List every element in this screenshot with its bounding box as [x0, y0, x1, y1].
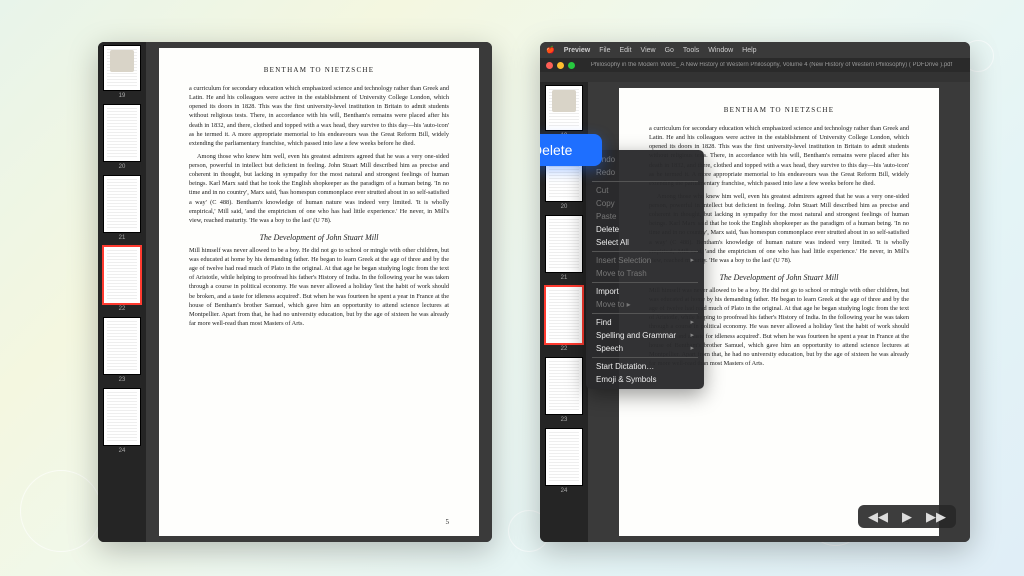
section-subhead: The Development of John Stuart Mill	[189, 233, 449, 242]
page-thumbnail[interactable]	[546, 429, 582, 485]
mac-menubar[interactable]: 🍎 Preview File Edit View Go Tools Window Help	[540, 42, 970, 58]
page-thumbnail[interactable]	[104, 247, 140, 303]
traffic-lights[interactable]	[546, 62, 575, 69]
menu-item-cut: Cut	[586, 184, 704, 197]
context-menu[interactable]: UndoRedo CutCopyPasteDeleteSelect All Inse…	[586, 150, 704, 389]
close-icon[interactable]	[546, 62, 553, 69]
menu-item-move-to-trash: Move to Trash	[586, 267, 704, 280]
page-thumbnail[interactable]	[546, 216, 582, 272]
menu-item-copy: Copy	[586, 197, 704, 210]
menu-item-undo: Undo	[586, 153, 704, 166]
delete-tooltip: Delete	[540, 134, 602, 166]
thumbnail-page-number: 21	[561, 275, 568, 281]
preview-window-left: 19 20 21 22 23 24 BENTHAM TO NIETZSCHE a curr…	[98, 42, 492, 542]
thumbnail-page-number: 21	[119, 235, 126, 241]
menu-item-import[interactable]: Import	[586, 285, 704, 298]
body-paragraph: Mill himself was never allowed to be a b…	[189, 246, 449, 328]
apple-menu-icon[interactable]: 🍎	[546, 46, 555, 54]
running-head: BENTHAM TO NIETZSCHE	[649, 106, 909, 114]
menu-item-paste: Paste	[586, 210, 704, 223]
menu-help[interactable]: Help	[742, 47, 756, 54]
page-thumbnail[interactable]	[104, 318, 140, 374]
zoom-icon[interactable]	[568, 62, 575, 69]
thumbnail-page-number: 22	[561, 346, 568, 352]
thumbnail-page-number: 23	[119, 377, 126, 383]
app-name[interactable]: Preview	[564, 47, 590, 54]
toolbar[interactable]	[540, 72, 970, 82]
rewind-icon[interactable]: ◀◀	[868, 510, 888, 523]
preview-window-right: 🍎 Preview FileEditViewGoToolsWindowHelp …	[540, 42, 970, 542]
menu-item-spelling-and-grammar[interactable]: Spelling and Grammar▸	[586, 329, 704, 342]
page-thumbnail[interactable]	[546, 358, 582, 414]
menu-edit[interactable]: Edit	[619, 47, 631, 54]
thumbnail-page-number: 22	[119, 306, 126, 312]
window-title: Philosophy in the Modern World_ A New Hi…	[579, 62, 964, 68]
submenu-arrow-icon: ▸	[690, 344, 694, 352]
thumbnail-page-number: 19	[119, 93, 126, 99]
menu-item-start-dictation-[interactable]: Start Dictation…	[586, 360, 704, 373]
play-icon[interactable]: ▶	[902, 510, 912, 523]
pdf-page: BENTHAM TO NIETZSCHE a curriculum for se…	[159, 48, 479, 536]
page-thumbnail[interactable]	[546, 86, 582, 130]
thumbnail-page-number: 24	[119, 448, 126, 454]
menu-item-redo: Redo	[586, 166, 704, 179]
menu-tools[interactable]: Tools	[683, 47, 699, 54]
menu-item-delete[interactable]: Delete	[586, 223, 704, 236]
playback-controls[interactable]: ◀◀ ▶ ▶▶	[858, 505, 956, 528]
page-thumbnail[interactable]	[104, 389, 140, 445]
body-paragraph: Among those who knew him well, even his …	[189, 152, 449, 225]
running-head: BENTHAM TO NIETZSCHE	[189, 66, 449, 74]
page-thumbnail[interactable]	[104, 105, 140, 161]
submenu-arrow-icon: ▸	[690, 331, 694, 339]
page-thumbnail[interactable]	[104, 46, 140, 90]
menu-view[interactable]: View	[641, 47, 656, 54]
menu-item-emoji-symbols[interactable]: Emoji & Symbols	[586, 373, 704, 386]
menu-item-move-to-: Move to ▸	[586, 298, 704, 311]
page-number: 5	[446, 518, 450, 526]
page-thumbnail[interactable]	[104, 176, 140, 232]
window-titlebar[interactable]: Philosophy in the Modern World_ A New Hi…	[540, 58, 970, 72]
submenu-arrow-icon: ▸	[690, 256, 694, 264]
menu-item-speech[interactable]: Speech▸	[586, 342, 704, 355]
page-thumbnail[interactable]	[546, 287, 582, 343]
thumbnail-sidebar[interactable]: 19 20 21 22 23 24	[98, 42, 146, 542]
thumbnail-page-number: 24	[561, 488, 568, 494]
menu-item-find[interactable]: Find▸	[586, 316, 704, 329]
body-paragraph: a curriculum for secondary education whi…	[189, 84, 449, 148]
thumbnail-page-number: 20	[119, 164, 126, 170]
submenu-arrow-icon: ▸	[690, 318, 694, 326]
menu-item-insert-selection: Insert Selection▸	[586, 254, 704, 267]
menu-go[interactable]: Go	[665, 47, 674, 54]
menu-window[interactable]: Window	[708, 47, 733, 54]
thumbnail-page-number: 23	[561, 417, 568, 423]
minimize-icon[interactable]	[557, 62, 564, 69]
page-viewport[interactable]: BENTHAM TO NIETZSCHE a curriculum for se…	[146, 42, 492, 542]
thumbnail-page-number: 20	[561, 204, 568, 210]
menu-item-select-all[interactable]: Select All	[586, 236, 704, 249]
menu-file[interactable]: File	[599, 47, 610, 54]
forward-icon[interactable]: ▶▶	[926, 510, 946, 523]
